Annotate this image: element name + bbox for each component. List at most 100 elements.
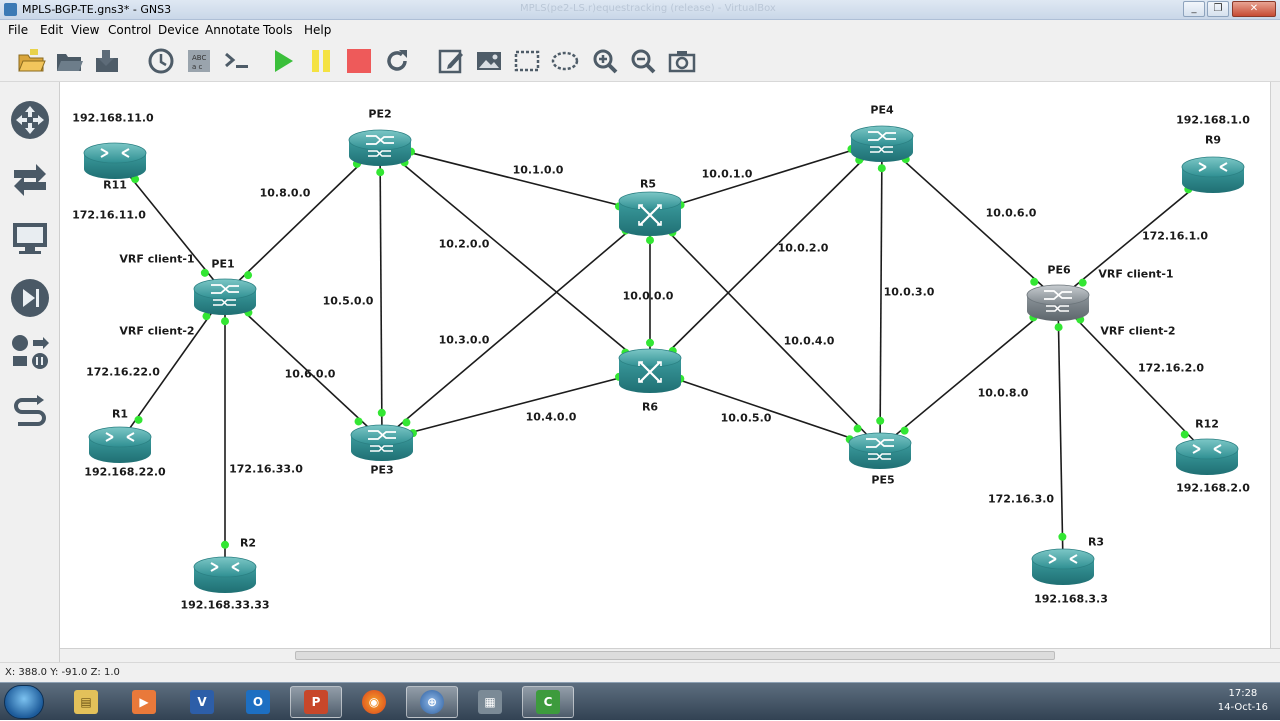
menu-edit[interactable]: Edit [40,23,63,37]
link-R6-PE5[interactable] [649,369,881,449]
link-R5-PE4[interactable] [649,140,883,214]
node-r1[interactable] [88,426,152,463]
save-icon[interactable] [90,44,124,78]
snapshot-clock-icon[interactable] [144,44,178,78]
horizontal-scrollbar[interactable] [60,648,1280,662]
link-PE2-PE3[interactable] [379,144,383,441]
link-PE6-R3[interactable] [1057,299,1064,565]
reload-all-icon[interactable] [380,44,414,78]
node-r9[interactable] [1181,156,1245,193]
link-endpoint-dot [876,416,885,425]
node-pe4[interactable] [850,125,914,162]
link-endpoint-dot [1054,323,1063,332]
node-label-pe1: PE1 [211,257,235,271]
camtasia-icon[interactable]: C [522,686,574,718]
add-link-icon[interactable] [8,392,52,436]
menu-file[interactable]: File [8,23,28,37]
link-label: 10.2.0.0 [438,237,490,251]
switches-icon[interactable] [8,158,52,202]
insert-image-icon[interactable] [472,44,506,78]
node-pe2[interactable] [348,129,412,166]
topology-note[interactable]: 192.168.1.0 [1176,114,1250,127]
node-pe5[interactable] [848,432,912,469]
start-button[interactable] [4,685,44,719]
topology-note[interactable]: VRF client-1 [1098,268,1173,281]
firefox-icon[interactable]: ◉ [348,686,400,718]
node-pe6[interactable] [1026,284,1090,321]
routers-icon[interactable] [8,98,52,142]
node-label-pe4: PE4 [870,103,894,117]
topology-note[interactable]: 192.168.2.0 [1176,482,1250,495]
link-endpoint-dot [402,418,411,427]
link-endpoint-dot [1030,277,1039,286]
stop-all-icon[interactable] [342,44,376,78]
explorer-icon[interactable]: ▤ [60,686,112,718]
suspend-all-icon[interactable] [304,44,338,78]
topology-note[interactable]: 192.168.11.0 [72,112,153,125]
link-label: 10.0.1.0 [701,167,753,181]
link-label: 10.0.5.0 [720,411,772,425]
node-r11[interactable] [83,142,147,179]
menu-view[interactable]: View [71,23,99,37]
open-project-icon[interactable] [52,44,86,78]
topology-note[interactable]: VRF client-1 [119,253,194,266]
node-r5[interactable] [618,191,682,236]
link-R6-PE4[interactable] [649,140,883,371]
outlook-icon[interactable]: O [232,686,284,718]
draw-rectangle-icon[interactable] [510,44,544,78]
maximize-button[interactable]: ❐ [1207,1,1229,17]
menu-device[interactable]: Device [158,23,199,37]
media-player-icon[interactable]: ▶ [118,686,170,718]
menu-control[interactable]: Control [108,23,151,37]
draw-ellipse-icon[interactable] [548,44,582,78]
node-pe3[interactable] [350,424,414,461]
link-PE4-PE5[interactable] [879,140,883,449]
virtualbox-icon[interactable]: ▦ [464,686,516,718]
topology-note[interactable]: 192.168.3.3 [1034,593,1108,606]
node-r6[interactable] [618,348,682,393]
node-r2[interactable] [193,556,257,593]
link-endpoint-dot [134,415,143,424]
node-r3[interactable] [1031,548,1095,585]
link-PE4-PE6[interactable] [881,140,1059,301]
minimize-button[interactable]: _ [1183,1,1205,17]
console-all-icon[interactable]: ABC a c [182,44,216,78]
topology-note[interactable]: VRF client-2 [119,325,194,338]
background-window-title: MPLS(pe2-LS.r)equestracking (release) - … [520,3,776,14]
topology-note[interactable]: 192.168.33.33 [180,599,269,612]
horizontal-scroll-thumb[interactable] [295,651,1055,660]
zoom-in-icon[interactable] [588,44,622,78]
security-devices-icon[interactable] [8,276,52,320]
topology-canvas[interactable]: 172.16.11.0 172.16.22.0 172.16.33.0 10.8.0.… [60,82,1270,648]
add-note-icon[interactable] [434,44,468,78]
menu-tools[interactable]: Tools [263,23,293,37]
gns3-icon[interactable]: ⊕ [406,686,458,718]
menu-annotate[interactable]: Annotate [205,23,260,37]
start-all-icon[interactable] [266,44,300,78]
close-button[interactable]: ✕ [1232,1,1276,17]
zoom-out-icon[interactable] [626,44,660,78]
menu-help[interactable]: Help [304,23,331,37]
clock[interactable]: 17:28 14-Oct-16 [1218,687,1268,715]
link-endpoint-dot [377,408,386,417]
all-devices-icon[interactable] [8,330,52,374]
link-label: 172.16.22.0 [86,365,160,379]
powerpoint-icon[interactable]: P [290,686,342,718]
topology-note[interactable]: VRF client-2 [1100,325,1175,338]
devices-panel [0,82,60,662]
link-PE5-PE6[interactable] [879,299,1059,449]
node-r12[interactable] [1175,438,1239,475]
open-folder-icon[interactable] [14,44,48,78]
terminal-icon[interactable] [220,44,254,78]
screenshot-icon[interactable] [665,44,699,78]
visio-icon[interactable]: V [176,686,228,718]
gns3-app-icon [4,3,17,16]
topology-note[interactable]: 192.168.22.0 [84,466,165,479]
link-PE3-R5[interactable] [381,212,651,441]
node-pe1[interactable] [193,278,257,315]
link-endpoint-dot [900,426,909,435]
node-label-r2: R2 [239,536,257,550]
vertical-scrollbar[interactable] [1270,82,1280,648]
end-devices-icon[interactable] [8,216,52,260]
link-endpoint-dot [646,338,654,347]
